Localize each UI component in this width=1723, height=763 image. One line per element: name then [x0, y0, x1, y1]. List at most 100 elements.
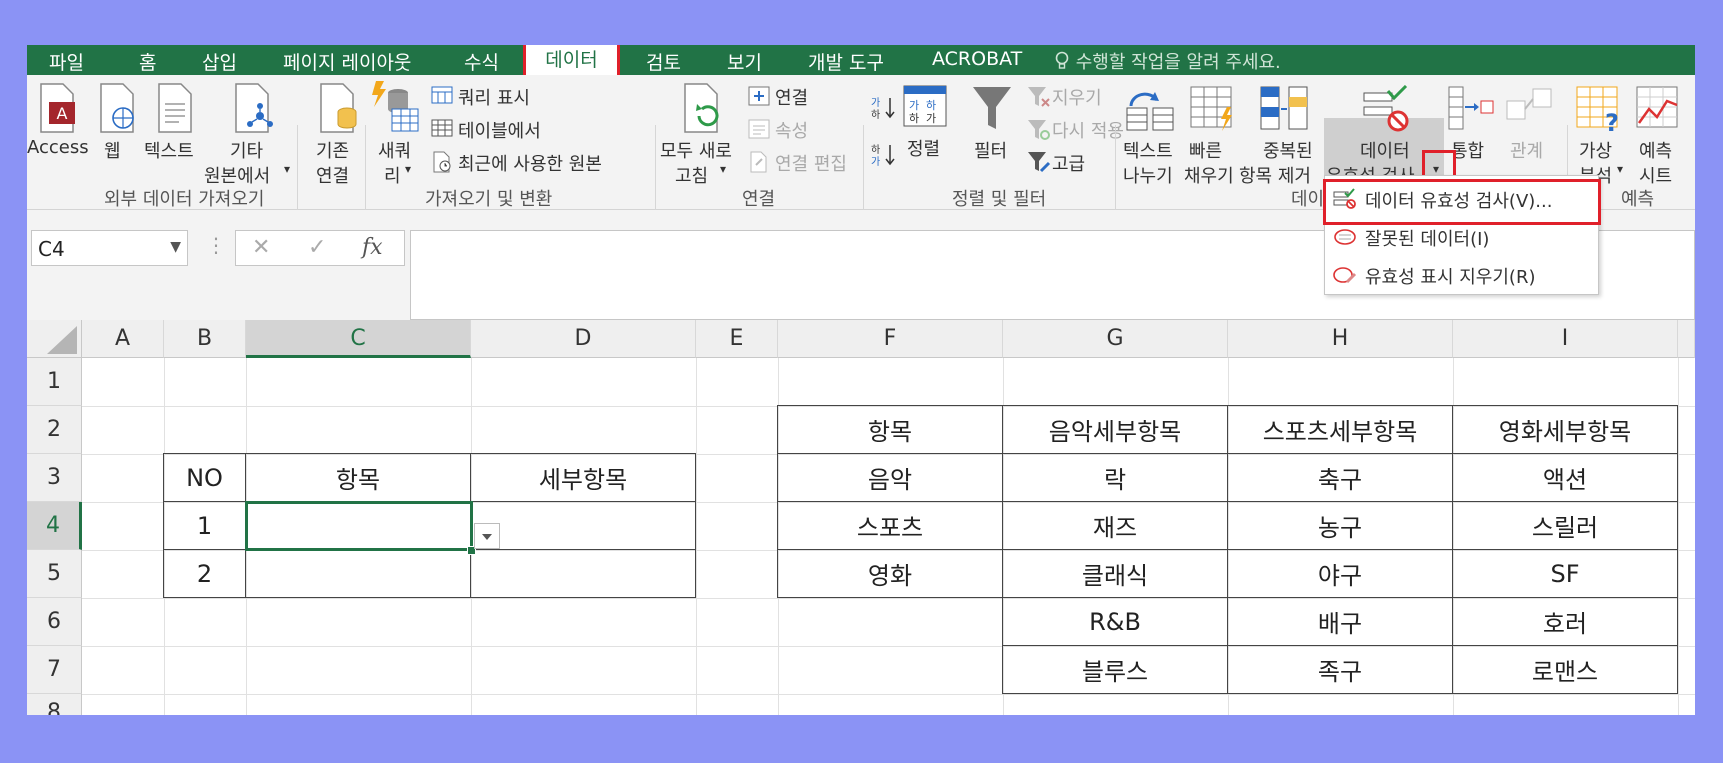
- cell-h5[interactable]: 야구: [1227, 549, 1453, 598]
- svg-text:가: 가: [909, 99, 919, 112]
- active-cell-c4[interactable]: [245, 501, 473, 551]
- cell-i6[interactable]: 호러: [1452, 597, 1678, 646]
- group-label-forecast: 예측: [1621, 189, 1655, 210]
- cell-d5[interactable]: [470, 549, 696, 598]
- cell-f5[interactable]: 영화: [777, 549, 1003, 598]
- column-header-g[interactable]: G: [1003, 320, 1228, 358]
- chevron-down-icon[interactable]: ▼: [170, 239, 181, 255]
- flash-fill-label-1: 빠른: [1189, 141, 1223, 162]
- svg-text:하: 하: [871, 108, 880, 121]
- tell-me-box[interactable]: 수행할 작업을 알려 주세요.: [1054, 48, 1281, 74]
- column-header-i[interactable]: I: [1453, 320, 1678, 358]
- chevron-down-icon: ▾: [1617, 162, 1624, 176]
- column-header-b[interactable]: B: [164, 320, 246, 358]
- tab-home[interactable]: 홈: [139, 48, 156, 75]
- tab-view[interactable]: 보기: [727, 48, 762, 75]
- new-query-icon: [372, 81, 419, 132]
- cell-b3[interactable]: NO: [163, 453, 246, 502]
- column-header-h[interactable]: H: [1228, 320, 1453, 358]
- tab-developer[interactable]: 개발 도구: [808, 48, 884, 75]
- web-label: 웹: [104, 141, 121, 162]
- new-query-label-1: 새쿼: [378, 141, 412, 162]
- remove-duplicates-icon: [1260, 86, 1308, 130]
- row-header-8[interactable]: 8: [27, 694, 82, 715]
- cancel-icon[interactable]: ✕: [252, 235, 270, 260]
- cell-h2[interactable]: 스포츠세부항목: [1227, 405, 1453, 454]
- sort-label: 정렬: [907, 139, 941, 160]
- svg-text:하: 하: [926, 98, 936, 112]
- text-to-columns-icon: [1126, 92, 1174, 131]
- cell-g6[interactable]: R&B: [1002, 597, 1228, 646]
- cell-i5[interactable]: SF: [1452, 549, 1678, 598]
- cell-h7[interactable]: 족구: [1227, 645, 1453, 694]
- cell-g7[interactable]: 블루스: [1002, 645, 1228, 694]
- row-header-5[interactable]: 5: [27, 550, 82, 598]
- cell-c5[interactable]: [245, 549, 471, 598]
- cell-f3[interactable]: 음악: [777, 453, 1003, 502]
- tab-page-layout[interactable]: 페이지 레이아웃: [283, 48, 411, 75]
- cell-f2[interactable]: 항목: [777, 405, 1003, 454]
- cell-g4[interactable]: 재즈: [1002, 501, 1228, 550]
- menu-item-clear-circles[interactable]: 유효성 표시 지우기(R): [1325, 256, 1598, 292]
- cell-dropdown-button[interactable]: [474, 523, 500, 549]
- row-header-6[interactable]: 6: [27, 598, 82, 646]
- row-header-4[interactable]: 4: [27, 502, 82, 550]
- column-header-f[interactable]: F: [778, 320, 1003, 358]
- cell-i4[interactable]: 스릴러: [1452, 501, 1678, 550]
- sort-az-icon: 가하: [871, 97, 895, 121]
- other-sources-icon: [235, 83, 273, 133]
- tab-data[interactable]: 데이터: [523, 45, 620, 78]
- clear-filter-icon: [1028, 87, 1050, 107]
- row-header-7[interactable]: 7: [27, 646, 82, 694]
- show-queries-label: 쿼리 표시: [458, 88, 530, 109]
- chevron-down-icon: [482, 534, 492, 540]
- cell-h6[interactable]: 배구: [1227, 597, 1453, 646]
- cell-i7[interactable]: 로맨스: [1452, 645, 1678, 694]
- cell-g3[interactable]: 락: [1002, 453, 1228, 502]
- row-header-1[interactable]: 1: [27, 358, 82, 406]
- cell-c3[interactable]: 항목: [245, 453, 471, 502]
- cell-d3[interactable]: 세부항목: [470, 453, 696, 502]
- refresh-all-label-2: 고침: [675, 166, 709, 187]
- cell-i2[interactable]: 영화세부항목: [1452, 405, 1678, 454]
- cell-f4[interactable]: 스포츠: [777, 501, 1003, 550]
- tab-formulas[interactable]: 수식: [464, 48, 499, 75]
- formula-buttons: ✕ ✓ fx: [235, 230, 405, 266]
- name-box[interactable]: C4 ▼: [31, 230, 188, 266]
- select-all-triangle-icon: [47, 326, 77, 354]
- cell-d4[interactable]: [470, 501, 696, 550]
- row-header-2[interactable]: 2: [27, 406, 82, 454]
- tab-file[interactable]: 파일: [49, 48, 84, 75]
- flash-fill-icon: [1190, 86, 1232, 131]
- relationships-label: 관계: [1510, 141, 1544, 162]
- cell-b4[interactable]: 1: [163, 501, 246, 550]
- cell-h4[interactable]: 농구: [1227, 501, 1453, 550]
- forecast-sheet-label-1: 예측: [1639, 141, 1673, 162]
- column-header-c[interactable]: C: [246, 320, 471, 358]
- enter-icon[interactable]: ✓: [308, 235, 326, 260]
- cell-i3[interactable]: 액션: [1452, 453, 1678, 502]
- select-all-button[interactable]: [27, 320, 82, 358]
- text-to-columns-label-2: 나누기: [1123, 166, 1173, 187]
- worksheet-grid[interactable]: A B C D E F G H I 1 2 3 4 5 6 7 8 NO 항목 …: [27, 320, 1695, 715]
- gridline: [82, 694, 1695, 695]
- group-label-get-transform: 가져오기 및 변환: [425, 189, 553, 210]
- cell-g2[interactable]: 음악세부항목: [1002, 405, 1228, 454]
- tab-review[interactable]: 검토: [646, 48, 681, 75]
- tab-insert[interactable]: 삽입: [202, 48, 237, 75]
- tab-acrobat[interactable]: ACROBAT: [932, 48, 1022, 70]
- new-query-label-2: 리: [384, 166, 401, 187]
- remove-duplicates-label-1: 중복된: [1263, 141, 1313, 162]
- row-header-3[interactable]: 3: [27, 454, 82, 502]
- column-header-d[interactable]: D: [471, 320, 696, 358]
- column-header-e[interactable]: E: [696, 320, 778, 358]
- resize-handle-icon[interactable]: ⋮: [206, 233, 226, 257]
- column-header-partial[interactable]: [1678, 320, 1695, 358]
- cell-g5[interactable]: 클래식: [1002, 549, 1228, 598]
- column-header-a[interactable]: A: [82, 320, 164, 358]
- insert-function-icon[interactable]: fx: [362, 235, 383, 260]
- svg-text:?: ?: [1605, 109, 1619, 133]
- text-to-columns-label-1: 텍스트: [1123, 141, 1173, 162]
- cell-b5[interactable]: 2: [163, 549, 246, 598]
- cell-h3[interactable]: 축구: [1227, 453, 1453, 502]
